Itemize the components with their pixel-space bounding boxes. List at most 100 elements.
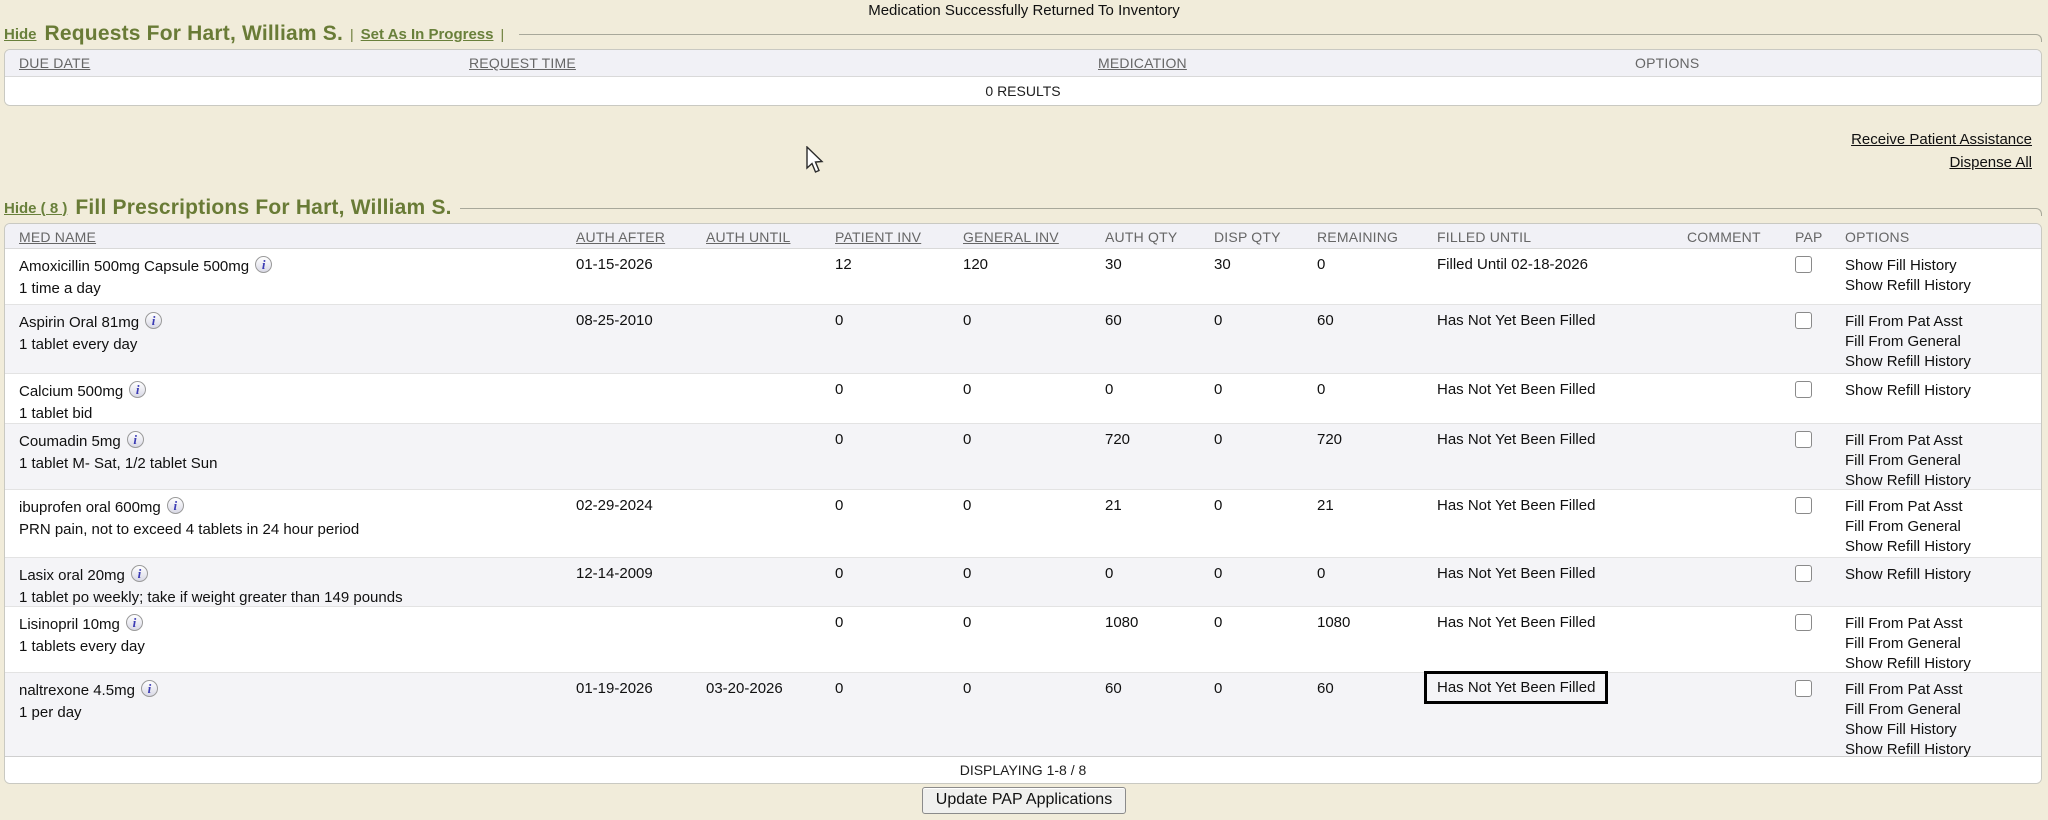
filled-until-cell: Has Not Yet Been Filled [1437, 565, 1595, 582]
fill-table-header: MED NAME AUTH AFTER AUTH UNTIL PATIENT INV G… [5, 224, 2041, 249]
pap-checkbox[interactable] [1795, 256, 1812, 273]
pap-checkbox[interactable] [1795, 680, 1812, 697]
set-as-in-progress-link[interactable]: Set As In Progress [361, 26, 494, 43]
column-header-due-date[interactable]: DUE DATE [19, 55, 90, 71]
option-fill-from-pat-asst[interactable]: Fill From Pat Asst [1845, 431, 2042, 451]
options-cell: Fill From Pat AsstFill From GeneralShow … [1845, 312, 2042, 372]
update-pap-applications-button[interactable]: Update PAP Applications [922, 787, 1126, 814]
pap-cell [1795, 256, 1812, 277]
med-name-cell: ibuprofen oral 600mgiPRN pain, not to ex… [19, 497, 564, 538]
auth-qty-cell: 720 [1105, 431, 1130, 448]
dispense-all-link[interactable]: Dispense All [1851, 151, 2032, 174]
option-fill-from-general[interactable]: Fill From General [1845, 700, 2042, 720]
fill-hide-link[interactable]: Hide ( 8 ) [4, 200, 67, 217]
info-icon[interactable]: i [127, 431, 144, 448]
med-directions: 1 time a day [19, 280, 564, 297]
option-show-refill-history[interactable]: Show Refill History [1845, 276, 2042, 296]
pap-checkbox[interactable] [1795, 312, 1812, 329]
filled-until-cell: Has Not Yet Been Filled [1437, 431, 1595, 448]
filled-until-text: Has Not Yet Been Filled [1437, 565, 1595, 582]
separator: | [350, 26, 354, 42]
filled-until-cell: Has Not Yet Been Filled [1437, 680, 1621, 713]
general-inv-cell: 0 [963, 381, 971, 398]
prescription-row: Lasix oral 20mgi1 tablet po weekly; take… [5, 557, 2041, 606]
auth-qty-cell: 30 [1105, 256, 1122, 273]
pap-checkbox[interactable] [1795, 565, 1812, 582]
remaining-cell: 1080 [1317, 614, 1350, 631]
filled-until-cell: Has Not Yet Been Filled [1437, 312, 1595, 329]
disp-qty-cell: 0 [1214, 431, 1222, 448]
option-show-refill-history[interactable]: Show Refill History [1845, 352, 2042, 372]
filled-until-text: Has Not Yet Been Filled [1437, 497, 1595, 514]
info-icon[interactable]: i [167, 497, 184, 514]
option-fill-from-general[interactable]: Fill From General [1845, 332, 2042, 352]
auth-qty-cell: 0 [1105, 565, 1113, 582]
disp-qty-cell: 0 [1214, 565, 1222, 582]
filled-until-cell: Has Not Yet Been Filled [1437, 614, 1595, 631]
pap-checkbox[interactable] [1795, 431, 1812, 448]
column-header-patient-inv[interactable]: PATIENT INV [835, 229, 921, 245]
pap-checkbox[interactable] [1795, 614, 1812, 631]
option-fill-from-pat-asst[interactable]: Fill From Pat Asst [1845, 614, 2042, 634]
info-icon[interactable]: i [129, 381, 146, 398]
pap-cell [1795, 614, 1812, 635]
info-icon[interactable]: i [141, 680, 158, 697]
requests-section-titlebar: Hide Requests For Hart, William S. | Set… [4, 22, 2042, 46]
med-name: Calcium 500mg [19, 383, 123, 400]
pap-cell [1795, 565, 1812, 586]
column-header-comment: COMMENT [1687, 229, 1761, 245]
filled-until-cell: Filled Until 02-18-2026 [1437, 256, 1588, 273]
general-inv-cell: 0 [963, 614, 971, 631]
auth-qty-cell: 1080 [1105, 614, 1138, 631]
option-fill-from-pat-asst[interactable]: Fill From Pat Asst [1845, 312, 2042, 332]
option-show-refill-history[interactable]: Show Refill History [1845, 654, 2042, 674]
auth-qty-cell: 60 [1105, 680, 1122, 697]
filled-until-cell: Has Not Yet Been Filled [1437, 381, 1595, 398]
med-name-cell: Calcium 500mgi1 tablet bid [19, 381, 564, 422]
info-icon[interactable]: i [145, 312, 162, 329]
requests-table: DUE DATEREQUEST TIMEMEDICATIONOPTIONS 0 … [4, 49, 2042, 106]
option-show-fill-history[interactable]: Show Fill History [1845, 720, 2042, 740]
remaining-cell: 21 [1317, 497, 1334, 514]
info-icon[interactable]: i [126, 614, 143, 631]
requests-section: Hide Requests For Hart, William S. | Set… [4, 22, 2042, 106]
status-message: Medication Successfully Returned To Inve… [0, 2, 2048, 19]
option-fill-from-pat-asst[interactable]: Fill From Pat Asst [1845, 497, 2042, 517]
option-show-fill-history[interactable]: Show Fill History [1845, 256, 2042, 276]
med-name: ibuprofen oral 600mg [19, 499, 161, 516]
patient-inv-cell: 0 [835, 431, 843, 448]
info-icon[interactable]: i [131, 565, 148, 582]
fill-table-body: Amoxicillin 500mg Capsule 500mgi1 time a… [5, 249, 2041, 756]
pap-checkbox[interactable] [1795, 497, 1812, 514]
column-header-disp-qty: DISP QTY [1214, 229, 1281, 245]
column-header-request-time[interactable]: REQUEST TIME [469, 55, 576, 71]
option-show-refill-history[interactable]: Show Refill History [1845, 740, 2042, 760]
requests-empty-results: 0 RESULTS [5, 77, 2041, 105]
column-header-auth-until[interactable]: AUTH UNTIL [706, 229, 790, 245]
column-header-options: OPTIONS [1845, 229, 1909, 245]
option-fill-from-general[interactable]: Fill From General [1845, 517, 2042, 537]
option-show-refill-history[interactable]: Show Refill History [1845, 565, 2042, 585]
patient-inv-cell: 0 [835, 614, 843, 631]
pap-cell [1795, 312, 1812, 333]
column-header-general-inv[interactable]: GENERAL INV [963, 229, 1059, 245]
option-fill-from-general[interactable]: Fill From General [1845, 634, 2042, 654]
option-fill-from-pat-asst[interactable]: Fill From Pat Asst [1845, 680, 2042, 700]
column-header-auth-after[interactable]: AUTH AFTER [576, 229, 665, 245]
fill-prescriptions-table: MED NAME AUTH AFTER AUTH UNTIL PATIENT INV G… [4, 223, 2042, 784]
prescription-row: naltrexone 4.5mgi1 per day01-19-202603-2… [5, 672, 2041, 756]
med-name-cell: Lisinopril 10mgi1 tablets every day [19, 614, 564, 655]
auth-qty-cell: 60 [1105, 312, 1122, 329]
info-icon[interactable]: i [255, 256, 272, 273]
column-header-med-name[interactable]: MED NAME [19, 229, 96, 245]
receive-patient-assistance-link[interactable]: Receive Patient Assistance [1851, 128, 2032, 151]
option-show-refill-history[interactable]: Show Refill History [1845, 381, 2042, 401]
option-show-refill-history[interactable]: Show Refill History [1845, 537, 2042, 557]
med-directions: 1 tablet every day [19, 336, 564, 353]
requests-hide-link[interactable]: Hide [4, 26, 37, 43]
pap-checkbox[interactable] [1795, 381, 1812, 398]
column-header-medication[interactable]: MEDICATION [1098, 55, 1187, 71]
option-show-refill-history[interactable]: Show Refill History [1845, 471, 2042, 491]
option-fill-from-general[interactable]: Fill From General [1845, 451, 2042, 471]
disp-qty-cell: 0 [1214, 614, 1222, 631]
